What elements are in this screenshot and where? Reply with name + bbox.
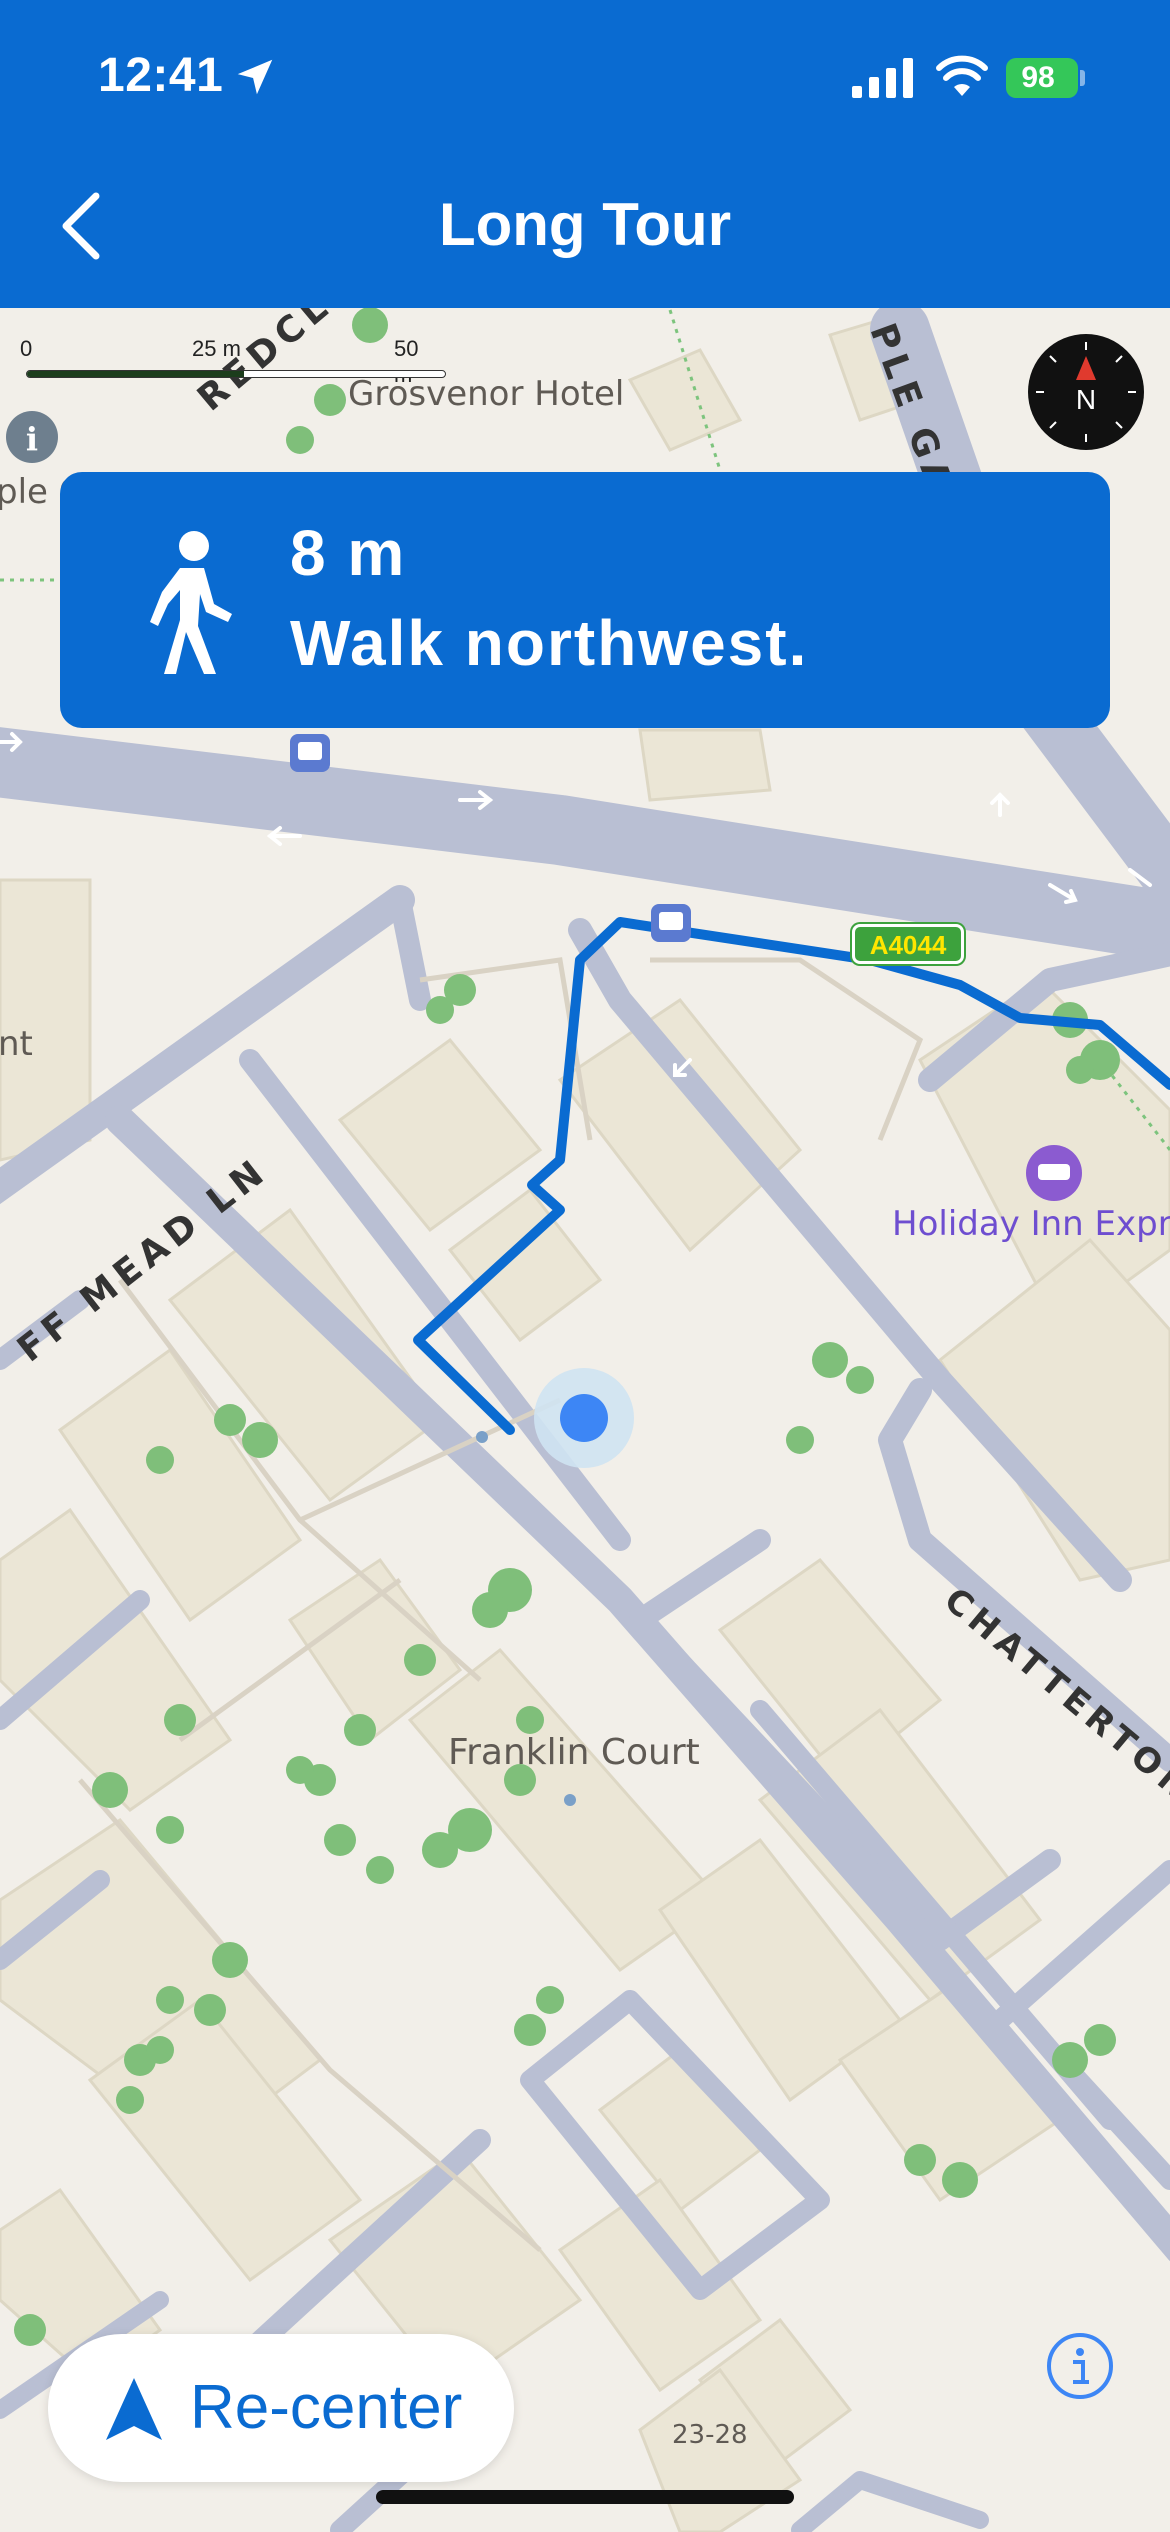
wifi-icon bbox=[936, 55, 988, 96]
cellular-signal-icon bbox=[852, 58, 913, 98]
recenter-button[interactable]: Re-center bbox=[48, 2334, 514, 2482]
road-shield-label: A4044 bbox=[869, 930, 947, 960]
scale-fill bbox=[27, 371, 245, 377]
road-shield: A4044 bbox=[852, 924, 964, 964]
nav-instruction: Walk northwest. bbox=[290, 607, 809, 679]
svg-text:i: i bbox=[26, 420, 38, 458]
map-label-edge-nt: nt bbox=[0, 1024, 33, 1064]
scale-label-50: 50 m bbox=[394, 336, 419, 387]
map-label-building-number: 23-28 bbox=[672, 2420, 748, 2450]
page-title: Long Tour bbox=[438, 191, 732, 258]
scale-track bbox=[26, 370, 446, 378]
map-label-franklin-court[interactable]: Franklin Court bbox=[448, 1732, 700, 1773]
recenter-label: Re-center bbox=[190, 2373, 463, 2442]
map-label-holiday-inn[interactable]: Holiday Inn Expre bbox=[892, 1204, 1170, 1244]
status-time: 12:41 bbox=[98, 49, 224, 102]
app-header: 12:41 98 Long Tour bbox=[0, 0, 1170, 308]
location-arrow-icon bbox=[237, 59, 273, 95]
scale-label-0: 0 bbox=[20, 336, 33, 361]
compass-label: N bbox=[1075, 384, 1097, 415]
battery-level: 98 bbox=[1021, 61, 1055, 94]
scale-label-25: 25 m bbox=[192, 336, 241, 361]
navigation-arrow-icon bbox=[106, 2378, 162, 2440]
compass-button[interactable]: N bbox=[1028, 334, 1144, 450]
home-indicator[interactable] bbox=[376, 2490, 794, 2504]
nav-distance: 8 m bbox=[290, 517, 407, 589]
battery-indicator: 98 bbox=[1006, 58, 1078, 98]
info-icon[interactable] bbox=[1044, 2330, 1116, 2402]
battery-nub bbox=[1080, 70, 1085, 86]
scale-bar: 0 25 m 50 m bbox=[20, 336, 446, 396]
pedestrian-icon bbox=[150, 531, 232, 674]
navigation-instruction-card: 8 m Walk northwest. bbox=[60, 472, 1110, 728]
